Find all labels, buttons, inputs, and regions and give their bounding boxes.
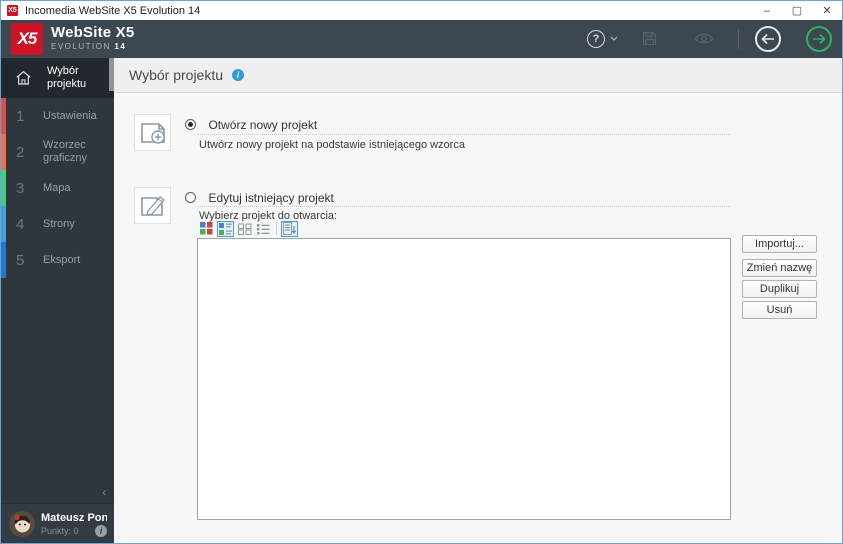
save-button[interactable]	[641, 30, 658, 47]
details-view-icon	[257, 223, 270, 234]
user-points: Punkty: 0	[41, 526, 79, 536]
step-number: 4	[16, 215, 25, 233]
toolbar-separator	[276, 222, 277, 235]
arrow-right-icon	[813, 33, 826, 45]
new-project-tile	[134, 114, 171, 151]
rename-button[interactable]: Zmień nazwę	[742, 259, 817, 277]
help-icon: ?	[592, 33, 600, 45]
page-title: Wybór projektu	[129, 67, 224, 83]
large-icons-view-button[interactable]	[198, 221, 215, 237]
step-number: 5	[16, 251, 25, 269]
help-dropdown-chevron-icon[interactable]	[610, 36, 618, 41]
sidebar-item-step-2-template[interactable]: 2 Wzorzec graficzny	[1, 134, 114, 170]
brand-name: WebSite X5	[51, 24, 135, 41]
next-button[interactable]	[806, 26, 832, 52]
help-button[interactable]: ?	[587, 30, 605, 48]
app-window: X5 Incomedia WebSite X5 Evolution 14 – ▢…	[0, 0, 843, 544]
edit-project-tile	[134, 187, 171, 224]
edition-label: EVOLUTION	[51, 42, 111, 51]
header-divider	[738, 29, 739, 49]
step-color-strip	[1, 134, 6, 170]
home-icon	[16, 70, 31, 85]
brand-logo: X5	[11, 23, 43, 55]
window-controls: – ▢ ✕	[752, 1, 842, 20]
arrow-left-icon	[761, 33, 774, 45]
sidebar-item-project-selection[interactable]: Wybór projektu	[1, 58, 114, 98]
large-icons-view-icon	[200, 222, 213, 235]
save-icon	[642, 31, 657, 46]
step-number: 2	[16, 143, 25, 161]
eye-icon	[694, 33, 714, 44]
back-button[interactable]	[755, 26, 781, 52]
maximize-button[interactable]: ▢	[782, 1, 812, 20]
user-avatar	[9, 511, 35, 537]
details-view-button[interactable]	[255, 221, 272, 237]
main-content: Wybór projektu i Otwórz nowy projekt Utw…	[114, 58, 842, 543]
tiles-view-icon	[237, 223, 251, 235]
sidebar-item-label: Wybór projektu	[47, 65, 87, 90]
brand-text: WebSite X5 EVOLUTION 14	[51, 24, 134, 51]
step-label: Eksport	[43, 253, 81, 266]
new-project-radio[interactable]	[185, 119, 196, 130]
step-number: 1	[16, 107, 25, 125]
close-button[interactable]: ✕	[812, 1, 842, 20]
new-project-description: Utwórz nowy projekt na podstawie istniej…	[199, 139, 465, 151]
view-mode-toolbar	[198, 220, 298, 237]
delete-button[interactable]: Usuń	[742, 301, 817, 319]
step-label: Wzorzec graficzny	[43, 139, 88, 164]
window-title: Incomedia WebSite X5 Evolution 14	[25, 4, 201, 17]
step-color-strip	[1, 98, 6, 134]
app-header: X5 WebSite X5 EVOLUTION 14 ?	[1, 20, 842, 58]
medium-icons-view-button[interactable]	[217, 220, 234, 237]
preview-button[interactable]	[694, 32, 714, 45]
x5-logo-icon: X5	[17, 29, 38, 48]
user-name: Mateusz Ponikow...	[41, 512, 107, 524]
edit-project-radio[interactable]	[185, 192, 196, 203]
dotted-separator	[198, 206, 731, 207]
sort-view-button[interactable]	[281, 220, 298, 237]
sidebar-collapse-chevron-icon[interactable]: ‹	[102, 487, 106, 499]
app-icon: X5	[7, 5, 18, 16]
minimize-button[interactable]: –	[752, 1, 782, 20]
sidebar-item-step-5-export[interactable]: 5 Eksport	[1, 242, 114, 278]
dotted-separator	[198, 134, 731, 135]
sidebar-item-step-3-map[interactable]: 3 Mapa	[1, 170, 114, 206]
edit-project-label: Edytuj istniejący projekt	[208, 191, 334, 205]
step-label: Mapa	[43, 181, 71, 194]
medium-icons-view-icon	[219, 223, 232, 235]
new-document-icon	[140, 122, 165, 144]
edit-project-option[interactable]: Edytuj istniejący projekt	[185, 189, 731, 207]
project-list[interactable]	[197, 238, 731, 520]
sidebar-item-step-1-settings[interactable]: 1 Ustawienia	[1, 98, 114, 134]
step-color-strip	[1, 242, 6, 278]
edit-document-icon	[140, 195, 165, 216]
edition-version: 14	[114, 42, 127, 51]
tiles-view-button[interactable]	[236, 221, 253, 237]
step-label: Strony	[43, 217, 75, 230]
step-color-strip	[1, 206, 6, 242]
sort-view-icon	[283, 222, 296, 235]
step-number: 3	[16, 179, 25, 197]
new-project-option[interactable]: Otwórz nowy projekt	[185, 116, 731, 134]
page-info-icon[interactable]: i	[232, 69, 245, 81]
sidebar-item-step-4-pages[interactable]: 4 Strony	[1, 206, 114, 242]
content-header: Wybór projektu i	[114, 58, 842, 93]
sidebar: Wybór projektu 1 Ustawienia 2 Wzorzec gr…	[1, 58, 114, 543]
new-project-label: Otwórz nowy projekt	[208, 118, 318, 132]
brand-edition: EVOLUTION 14	[51, 42, 134, 51]
import-button[interactable]: Importuj...	[742, 235, 817, 253]
step-label: Ustawienia	[43, 109, 97, 122]
duplicate-button[interactable]: Duplikuj	[742, 280, 817, 298]
user-info-icon[interactable]: i	[95, 525, 107, 537]
user-panel[interactable]: Mateusz Ponikow... Punkty: 0 i	[1, 503, 114, 543]
title-bar: X5 Incomedia WebSite X5 Evolution 14 – ▢…	[1, 1, 842, 20]
step-color-strip	[1, 170, 6, 206]
